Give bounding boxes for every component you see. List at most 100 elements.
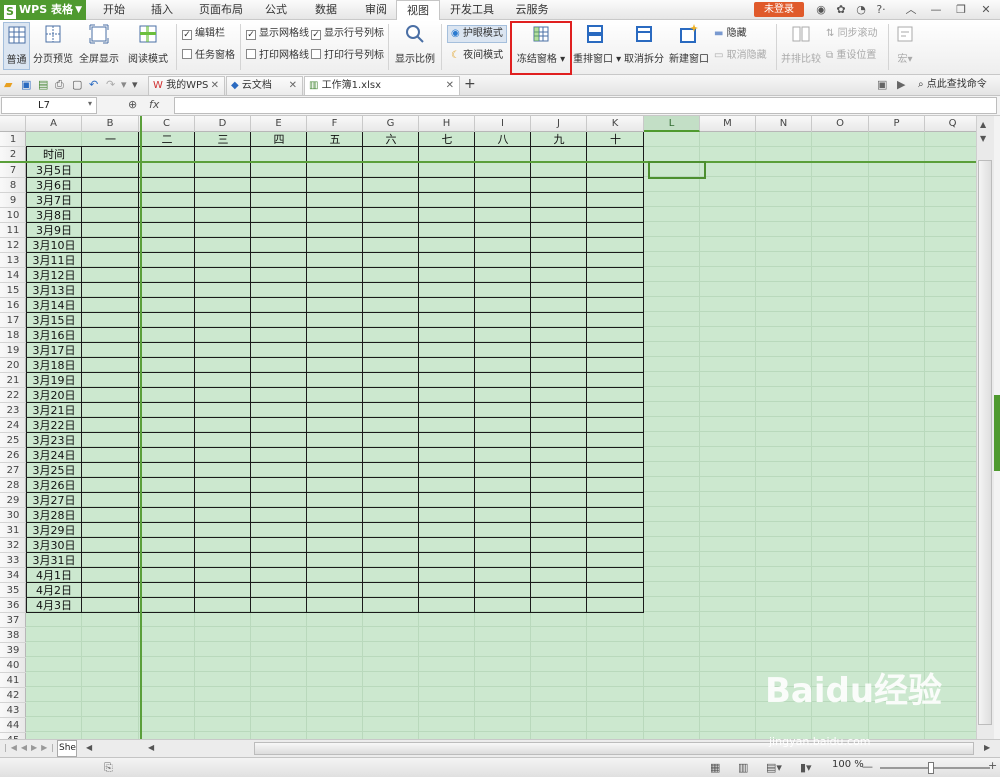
date-cell[interactable]: 3月5日	[26, 163, 82, 178]
sync-scroll-button[interactable]: ⇅ 同步滚动	[826, 27, 878, 41]
row-header[interactable]: 2	[0, 147, 26, 162]
row-header[interactable]: 14	[0, 268, 26, 283]
page-layout-icon[interactable]: ▥	[738, 761, 748, 774]
close-icon[interactable]: ✕	[211, 77, 219, 95]
header-cell[interactable]: 十	[587, 132, 644, 147]
side-by-side-button[interactable]: 并排比较	[780, 22, 822, 65]
row-header[interactable]: 20	[0, 358, 26, 373]
row-header[interactable]: 21	[0, 373, 26, 388]
chevron-down-icon[interactable]: ▾	[88, 99, 92, 108]
menu-tab[interactable]: 插入	[140, 0, 184, 20]
column-header[interactable]: H	[419, 116, 475, 132]
row-header[interactable]: 11	[0, 223, 26, 238]
row-header[interactable]: 13	[0, 253, 26, 268]
date-cell[interactable]: 3月31日	[26, 553, 82, 568]
row-header[interactable]: 33	[0, 553, 26, 568]
header-cell[interactable]: 九	[531, 132, 587, 147]
row-header[interactable]: 38	[0, 628, 26, 643]
column-header[interactable]: I	[475, 116, 531, 132]
date-cell[interactable]: 3月7日	[26, 193, 82, 208]
active-cell-cursor[interactable]	[648, 161, 706, 179]
scroll-right-icon[interactable]: ▶	[984, 743, 990, 752]
scroll-down-icon[interactable]: ▼	[980, 134, 986, 143]
header-cell[interactable]: 八	[475, 132, 531, 147]
eye-mode-button[interactable]: ◉ 护眼模式	[447, 25, 507, 43]
date-cell[interactable]: 3月28日	[26, 508, 82, 523]
column-header[interactable]: N	[756, 116, 812, 132]
unhide-button[interactable]: ▭ 取消隐藏	[714, 49, 767, 63]
date-cell[interactable]: 3月24日	[26, 448, 82, 463]
scroll-left-icon[interactable]: ◀	[148, 743, 154, 752]
column-header[interactable]: K	[587, 116, 644, 132]
row-header[interactable]: 12	[0, 238, 26, 253]
date-cell[interactable]: 3月8日	[26, 208, 82, 223]
header-cell[interactable]: 六	[363, 132, 419, 147]
date-cell[interactable]: 3月27日	[26, 493, 82, 508]
row-header[interactable]: 9	[0, 193, 26, 208]
fx-icon[interactable]: fx	[149, 98, 159, 111]
date-cell[interactable]: 4月3日	[26, 598, 82, 613]
minimize-icon[interactable]: —	[925, 2, 947, 18]
column-header[interactable]: M	[700, 116, 756, 132]
open-folder-icon[interactable]: ▰	[4, 78, 18, 92]
column-header[interactable]: J	[531, 116, 587, 132]
hide-button[interactable]: ▬ 隐藏	[714, 27, 747, 41]
normal-view-button[interactable]: 普通	[3, 22, 30, 70]
vertical-scroll-thumb[interactable]	[978, 160, 992, 725]
row-header[interactable]: 32	[0, 538, 26, 553]
show-rowcol-checkbox[interactable]: ✓ 显示行号列标	[311, 27, 384, 41]
row-header[interactable]: 1	[0, 132, 26, 147]
select-all-corner[interactable]	[0, 116, 26, 132]
row-header[interactable]: 24	[0, 418, 26, 433]
name-box[interactable]: L7	[1, 97, 97, 114]
menu-tab[interactable]: 开始	[92, 0, 136, 20]
row-header[interactable]: 19	[0, 343, 26, 358]
login-button[interactable]: 未登录	[754, 2, 804, 17]
header-cell[interactable]: 四	[251, 132, 307, 147]
zoom-ratio-button[interactable]: 显示比例	[394, 22, 436, 65]
row-header[interactable]: 27	[0, 463, 26, 478]
cell-area[interactable]: 一二三四五六七八九十时间 3月5日 3月6日 3月7日 3月8日 3月9日 3月10日 3月1…	[26, 132, 994, 739]
header-cell[interactable]: 七	[419, 132, 475, 147]
column-header[interactable]: A	[26, 116, 82, 132]
date-cell[interactable]: 3月23日	[26, 433, 82, 448]
restore-icon[interactable]: ❐	[950, 2, 972, 18]
skin-icon[interactable]: ◉	[810, 2, 832, 18]
header-cell[interactable]: 五	[307, 132, 363, 147]
formula-input[interactable]	[174, 97, 997, 114]
row-header[interactable]: 26	[0, 448, 26, 463]
row-header[interactable]: 22	[0, 388, 26, 403]
column-header[interactable]: C	[139, 116, 195, 132]
column-header[interactable]: E	[251, 116, 307, 132]
date-cell[interactable]: 3月13日	[26, 283, 82, 298]
fullscreen-button[interactable]: 全屏显示	[78, 22, 120, 65]
reading-view-icon[interactable]: ▮▾	[800, 761, 812, 774]
tab-cloud-docs[interactable]: ◆ 云文档 ✕	[226, 76, 303, 95]
date-cell[interactable]: 3月9日	[26, 223, 82, 238]
rearrange-window-button[interactable]: 重排窗口 ▾	[573, 22, 621, 65]
column-header[interactable]: O	[812, 116, 869, 132]
redo-icon[interactable]: ↷	[106, 78, 120, 92]
date-cell[interactable]: 3月20日	[26, 388, 82, 403]
date-cell[interactable]: 3月16日	[26, 328, 82, 343]
collapse-ribbon-icon[interactable]: ︿	[900, 2, 922, 18]
feedback-icon[interactable]: ▶	[897, 78, 911, 92]
sheet-tab[interactable]: She	[57, 740, 77, 757]
new-window-button[interactable]: 新建窗口	[668, 22, 710, 65]
row-header[interactable]: 29	[0, 493, 26, 508]
page-break-view-icon[interactable]: ▤▾	[766, 761, 782, 774]
column-header[interactable]: D	[195, 116, 251, 132]
row-header[interactable]: 8	[0, 178, 26, 193]
tab-my-wps[interactable]: W 我的WPS ✕	[148, 76, 225, 95]
column-header[interactable]: B	[82, 116, 139, 132]
share-icon[interactable]: ◔	[850, 2, 872, 18]
tab-list-icon[interactable]: ▾	[132, 78, 146, 92]
zoom-find-icon[interactable]: ⊕	[128, 98, 137, 111]
column-header[interactable]: L	[644, 116, 700, 132]
header-cell[interactable]: 一	[82, 132, 139, 147]
settings-icon[interactable]: ✿	[830, 2, 852, 18]
close-icon[interactable]: ✕	[975, 2, 997, 18]
date-cell[interactable]: 4月1日	[26, 568, 82, 583]
print-gridlines-checkbox[interactable]: 打印网格线	[246, 49, 309, 63]
row-header[interactable]: 37	[0, 613, 26, 628]
